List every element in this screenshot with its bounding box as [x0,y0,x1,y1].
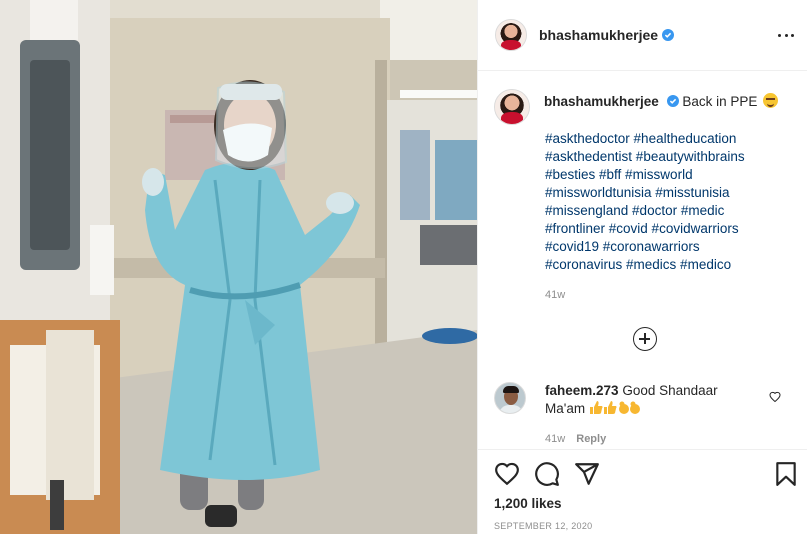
hashtag-line[interactable]: #askthedentist #beautywithbrains [545,148,795,166]
caption-timestamp: 41w [545,289,566,301]
share-paper-plane-icon[interactable] [574,461,600,487]
comment-timestamp: 41w [545,433,566,445]
comment-body: Good Shandaar [622,383,718,398]
hashtag-line[interactable]: #missengland #doctor #medic [545,202,795,220]
actions-bar: 1,200 likes SEPTEMBER 12, 2020 [478,449,807,534]
comment-meta: 41w Reply [545,433,606,445]
hashtag-line[interactable]: #coronavirus #medics #medico [545,256,795,274]
commenter-avatar[interactable] [494,382,526,414]
reply-button[interactable]: Reply [576,433,606,445]
commenter-username[interactable]: faheem.273 [545,383,619,398]
caption-username[interactable]: bhashamukherjee [544,94,659,109]
comment-body-line2: Ma'am [545,401,586,416]
caption: bhashamukherjee Back in PPE [494,89,794,125]
more-options-icon[interactable] [778,27,794,43]
post-header: bhashamukherjee [478,0,807,71]
load-more-comments-icon[interactable] [633,327,657,351]
post-date: SEPTEMBER 12, 2020 [494,521,593,531]
author-username[interactable]: bhashamukherjee [539,27,658,43]
caption-body: Back in PPE [682,94,758,109]
post-photo[interactable] [0,0,477,534]
hashtag-line[interactable]: #besties #bff #missworld [545,166,795,184]
hashtag-line[interactable]: #missworldtunisia #misstunisia [545,184,795,202]
caption-hashtags: #askthedoctor #healtheducation #askthede… [545,130,795,274]
verified-badge-icon [662,29,675,41]
author-avatar[interactable] [495,19,527,51]
like-heart-icon[interactable] [494,461,520,487]
likes-count[interactable]: 1,200 likes [494,496,562,511]
hashtag-line[interactable]: #askthedoctor #healtheducation [545,130,795,148]
comment-bubble-icon[interactable] [534,461,560,487]
verified-badge-icon [666,95,679,107]
like-comment-heart-icon[interactable] [769,391,781,403]
post-side-panel: bhashamukherjee bhashamukherjee Back in … [477,0,807,534]
post-photo-illustration [0,0,477,534]
thumbs-up-emoji-icon [589,401,640,414]
caption-text: bhashamukherjee Back in PPE [544,89,779,125]
hashtag-line[interactable]: #frontliner #covid #covidwarriors [545,220,795,238]
hashtag-line[interactable]: #covid19 #coronawarriors [545,238,795,256]
caption-avatar[interactable] [494,89,530,125]
smirking-face-icon [763,93,779,108]
save-bookmark-icon[interactable] [773,461,799,487]
comment-text: faheem.273 Good Shandaar Ma'am [545,382,745,418]
